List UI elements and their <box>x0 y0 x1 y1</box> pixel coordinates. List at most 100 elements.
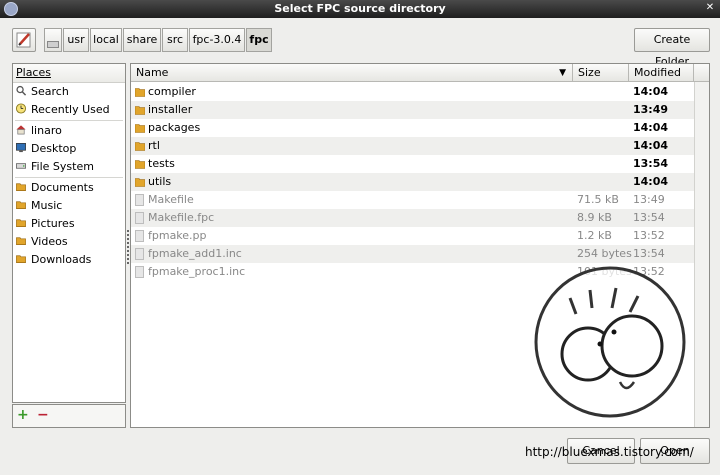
file-list: Name ▼ Size Modified compiler 14:04 inst… <box>130 63 710 428</box>
crumb-src[interactable]: src <box>162 28 188 52</box>
crumb-root[interactable] <box>44 28 62 52</box>
pencil-icon <box>16 32 31 48</box>
file-row: fpmake.pp 1.2 kB 13:52 <box>131 227 694 245</box>
place-downloads[interactable]: Downloads <box>15 251 91 269</box>
pane-resize-handle[interactable] <box>127 230 129 266</box>
text-file-icon <box>135 194 144 206</box>
places-divider <box>15 120 123 121</box>
text-file-icon <box>135 248 144 260</box>
file-row: Makefile 71.5 kB 13:49 <box>131 191 694 209</box>
drive-icon <box>16 163 26 169</box>
folder-icon <box>16 183 26 191</box>
sort-down-icon: ▼ <box>559 68 566 78</box>
file-name: fpmake_add1.inc <box>148 247 242 260</box>
place-documents[interactable]: Documents <box>15 179 94 197</box>
file-modified: 13:52 <box>633 265 665 278</box>
places-toolbar: + − <box>12 404 126 428</box>
place-pictures[interactable]: Pictures <box>15 215 75 233</box>
file-row[interactable]: packages 14:04 <box>131 119 694 137</box>
file-size: 71.5 kB <box>577 193 619 206</box>
place-label: Music <box>31 199 63 212</box>
places-panel: Places Search Recently Used linaro Deskt… <box>12 63 126 403</box>
file-name: Makefile <box>148 193 194 206</box>
text-file-icon <box>135 230 144 242</box>
search-icon <box>16 85 27 96</box>
places-header-label: Places <box>16 66 51 79</box>
vertical-scrollbar[interactable] <box>694 82 709 427</box>
file-name: tests <box>148 157 175 170</box>
folder-icon <box>16 237 26 245</box>
file-name: Makefile.fpc <box>148 211 215 224</box>
crumb-fpc-3-0-4[interactable]: fpc-3.0.4 <box>189 28 245 52</box>
file-modified: 14:04 <box>633 175 669 188</box>
file-modified: 13:54 <box>633 211 665 224</box>
clock-icon <box>15 103 27 114</box>
file-name: packages <box>148 121 201 134</box>
column-header-modified[interactable]: Modified <box>629 64 694 82</box>
file-name: fpmake.pp <box>148 229 207 242</box>
crumb-share[interactable]: share <box>123 28 161 52</box>
places-header[interactable]: Places <box>13 64 125 83</box>
folder-icon <box>135 178 145 187</box>
text-file-icon <box>135 266 144 278</box>
create-folder-button[interactable]: Create Folder <box>634 28 710 68</box>
column-header-filler <box>694 64 709 82</box>
file-row[interactable]: rtl 14:04 <box>131 137 694 155</box>
file-row[interactable]: tests 13:54 <box>131 155 694 173</box>
file-size: 1.2 kB <box>577 229 612 242</box>
column-name-label: Name <box>136 66 169 79</box>
file-row: Makefile.fpc 8.9 kB 13:54 <box>131 209 694 227</box>
folder-icon <box>135 88 145 97</box>
file-name: rtl <box>148 139 160 152</box>
window-title: Select FPC source directory <box>274 2 446 15</box>
places-divider <box>15 177 123 178</box>
file-size: 254 bytes <box>577 247 632 260</box>
place-desktop[interactable]: Desktop <box>15 140 76 158</box>
place-linaro[interactable]: linaro <box>15 122 62 140</box>
file-row[interactable]: installer 13:49 <box>131 101 694 119</box>
place-label: Documents <box>31 181 94 194</box>
place-search[interactable]: Search <box>15 83 69 101</box>
folder-icon <box>135 106 145 115</box>
text-file-icon <box>135 212 144 224</box>
file-name: installer <box>148 103 193 116</box>
file-modified: 13:54 <box>633 247 665 260</box>
crumb-fpc[interactable]: fpc <box>246 28 272 52</box>
add-bookmark-icon[interactable]: + <box>17 407 29 423</box>
place-label: File System <box>31 160 94 173</box>
place-label: linaro <box>31 124 62 137</box>
file-modified: 13:54 <box>633 157 669 170</box>
file-modified: 13:49 <box>633 103 669 116</box>
place-music[interactable]: Music <box>15 197 62 215</box>
column-header-name[interactable]: Name ▼ <box>131 64 573 82</box>
file-row[interactable]: utils 14:04 <box>131 173 694 191</box>
watermark-url: http://bluexmas.tistory.com/ <box>525 445 694 459</box>
file-modified: 14:04 <box>633 121 669 134</box>
title-bar: Select FPC source directory ✕ <box>0 0 720 18</box>
place-recently-used[interactable]: Recently Used <box>15 101 110 119</box>
folder-icon <box>16 255 26 263</box>
file-modified: 13:49 <box>633 193 665 206</box>
file-size: 8.9 kB <box>577 211 612 224</box>
file-name: compiler <box>148 85 196 98</box>
column-header-size[interactable]: Size <box>573 64 629 82</box>
home-icon <box>16 125 26 135</box>
file-row[interactable]: compiler 14:04 <box>131 83 694 101</box>
folder-icon <box>135 142 145 151</box>
place-label: Videos <box>31 235 68 248</box>
file-row: fpmake_proc1.inc 101 bytes 13:52 <box>131 263 694 281</box>
place-file-system[interactable]: File System <box>15 158 94 176</box>
crumb-local[interactable]: local <box>90 28 122 52</box>
type-location-button[interactable] <box>12 28 36 52</box>
file-name: utils <box>148 175 172 188</box>
drive-icon <box>47 41 59 48</box>
file-modified: 14:04 <box>633 139 669 152</box>
crumb-usr[interactable]: usr <box>63 28 89 52</box>
place-label: Pictures <box>31 217 75 230</box>
folder-icon <box>16 219 26 227</box>
file-size: 101 bytes <box>577 265 632 278</box>
remove-bookmark-icon[interactable]: − <box>37 407 49 423</box>
place-videos[interactable]: Videos <box>15 233 68 251</box>
close-icon[interactable]: ✕ <box>704 2 716 14</box>
place-label: Recently Used <box>31 103 110 116</box>
